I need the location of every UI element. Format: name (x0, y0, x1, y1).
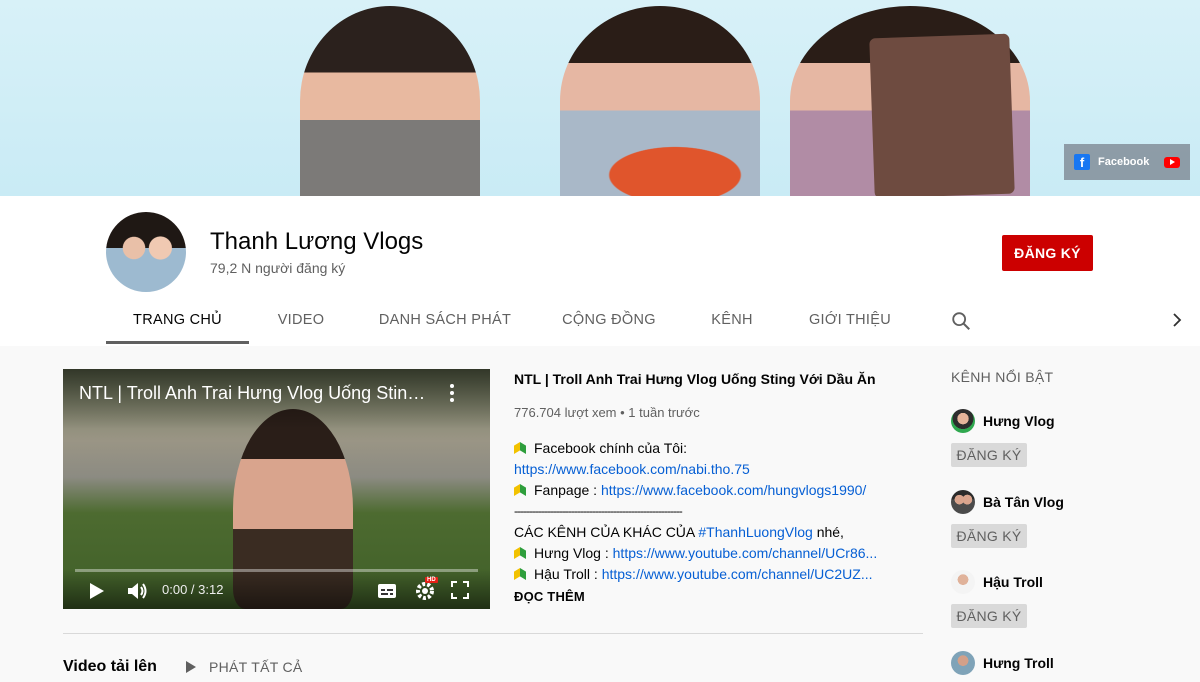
hashtag-link[interactable]: #ThanhLuongVlog (698, 524, 812, 540)
video-time: 0:00 / 3:12 (162, 582, 224, 597)
tab-home[interactable]: TRANG CHỦ (106, 296, 249, 344)
fullscreen-icon[interactable] (451, 581, 469, 599)
featured-channel-item: Hưng Troll (951, 651, 1181, 675)
youtube-icon[interactable] (1164, 156, 1180, 168)
video-controls: 0:00 / 3:12 HD (63, 569, 490, 609)
youtube-channel-link[interactable]: https://www.youtube.com/channel/UCr86... (613, 545, 878, 561)
banner-crab-image (560, 126, 790, 196)
featured-channel-subscribe-button[interactable]: ĐĂNG KÝ (951, 443, 1027, 467)
subtitles-icon[interactable] (377, 583, 397, 599)
featured-channels-heading: KÊNH NỔI BẬT (951, 369, 1054, 385)
play-icon[interactable] (89, 582, 105, 600)
read-more-button[interactable]: ĐỌC THÊM (514, 589, 914, 604)
search-icon[interactable] (950, 310, 972, 332)
featured-channel-subscribe-button[interactable]: ĐĂNG KÝ (951, 604, 1027, 628)
tab-videos[interactable]: VIDEO (249, 296, 353, 344)
tab-about[interactable]: GIỚI THIỆU (783, 296, 917, 344)
uploads-section-title: Video tải lên (63, 658, 157, 675)
featured-channel-name[interactable]: Hậu Troll (983, 574, 1043, 590)
channel-avatar[interactable] (106, 212, 186, 292)
beginner-leaf-icon (514, 547, 526, 559)
tab-playlists[interactable]: DANH SÁCH PHÁT (353, 296, 537, 344)
tab-channels[interactable]: KÊNH (681, 296, 783, 344)
channel-name: Thanh Lương Vlogs (210, 228, 424, 255)
chevron-right-icon[interactable] (1168, 311, 1186, 329)
more-vert-icon[interactable] (447, 383, 457, 403)
featured-channel-name[interactable]: Bà Tân Vlog (983, 494, 1064, 510)
settings-icon[interactable] (415, 581, 435, 601)
featured-channel-subscribe-button[interactable]: ĐĂNG KÝ (951, 524, 1027, 548)
video-description: Facebook chính của Tôi: https://www.face… (514, 438, 914, 585)
featured-channel-item: Hậu Troll ĐĂNG KÝ (951, 570, 1181, 628)
tab-community[interactable]: CỘNG ĐỒNG (537, 296, 681, 344)
banner-chocolate-image (869, 33, 1015, 196)
channel-tabs: TRANG CHỦ VIDEO DANH SÁCH PHÁT CỘNG ĐỒNG… (106, 296, 917, 344)
banner-social-links: f Facebook (1064, 144, 1190, 180)
avatar[interactable] (951, 651, 975, 675)
avatar[interactable] (951, 570, 975, 594)
section-divider (63, 633, 923, 634)
beginner-leaf-icon (514, 484, 526, 496)
hd-badge: HD (425, 577, 438, 583)
desc-text: Fanpage : (534, 482, 601, 498)
featured-channel-name[interactable]: Hưng Vlog (983, 413, 1055, 429)
avatar[interactable] (951, 409, 975, 433)
desc-text: Facebook chính của Tôi: (534, 440, 688, 456)
facebook-profile-link[interactable]: https://www.facebook.com/nabi.tho.75 (514, 461, 750, 477)
featured-channel-item: Hưng Vlog ĐĂNG KÝ (951, 409, 1181, 467)
avatar[interactable] (951, 490, 975, 514)
desc-text: Hậu Troll : (534, 566, 602, 582)
channel-banner: f Facebook (0, 0, 1200, 196)
video-overlay-title[interactable]: NTL | Troll Anh Trai Hưng Vlog Uống Stin… (79, 383, 429, 404)
featured-channels: KÊNH NỔI BẬT Hưng Vlog ĐĂNG KÝ Bà Tân Vl… (951, 369, 1181, 675)
desc-text: nhé, (812, 524, 844, 540)
play-icon (186, 661, 196, 673)
featured-video-player[interactable]: NTL | Troll Anh Trai Hưng Vlog Uống Stin… (63, 369, 490, 609)
featured-channel-name[interactable]: Hưng Troll (983, 655, 1054, 671)
video-view-meta: 776.704 lượt xem • 1 tuần trước (514, 405, 700, 420)
volume-icon[interactable] (127, 581, 149, 601)
desc-text: Hưng Vlog : (534, 545, 613, 561)
featured-video-info: NTL | Troll Anh Trai Hưng Vlog Uống Stin… (514, 369, 914, 604)
play-all-button[interactable]: PHÁT TẤT CẢ (185, 659, 303, 675)
desc-divider: ----------------------------------------… (514, 504, 683, 518)
featured-video-title[interactable]: NTL | Troll Anh Trai Hưng Vlog Uống Stin… (514, 371, 914, 387)
subscribe-button[interactable]: ĐĂNG KÝ (1002, 235, 1093, 271)
subscriber-count: 79,2 N người đăng ký (210, 260, 346, 276)
banner-person-image (300, 6, 480, 196)
youtube-channel-link[interactable]: https://www.youtube.com/channel/UC2UZ... (602, 566, 873, 582)
desc-text: CÁC KÊNH CỦA KHÁC CỦA (514, 524, 699, 540)
beginner-leaf-icon (514, 568, 526, 580)
fanpage-link[interactable]: https://www.facebook.com/hungvlogs1990/ (601, 482, 866, 498)
channel-header: Thanh Lương Vlogs 79,2 N người đăng ký Đ… (0, 196, 1200, 346)
play-all-label: PHÁT TẤT CẢ (209, 659, 303, 675)
facebook-link[interactable]: Facebook (1098, 156, 1149, 168)
featured-channel-item: Bà Tân Vlog ĐĂNG KÝ (951, 490, 1181, 548)
facebook-icon[interactable]: f (1074, 154, 1090, 170)
beginner-leaf-icon (514, 442, 526, 454)
